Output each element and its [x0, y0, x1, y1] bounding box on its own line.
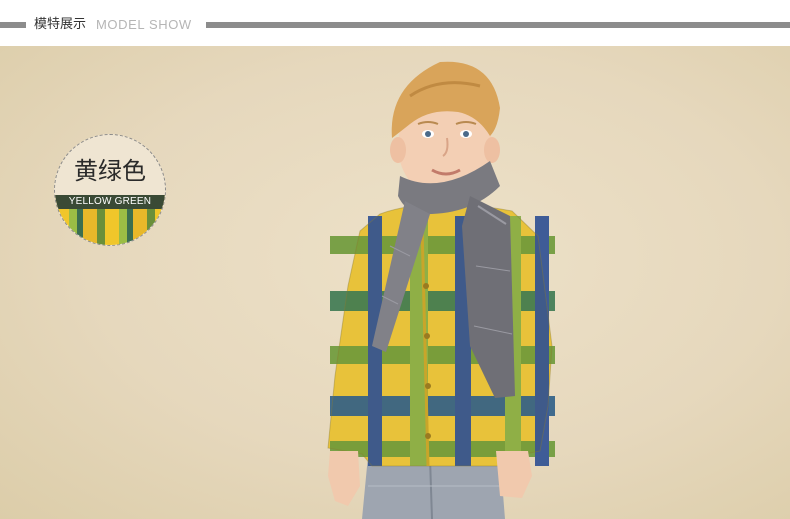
header-bar-left: [0, 22, 26, 28]
header-title-cn: 模特展示: [34, 17, 87, 32]
color-code: YELLOW GREEN: [68, 196, 152, 207]
model-photo: 黄绿色 YELLOW GREEN: [0, 46, 790, 519]
section-header: 模特展示 MODEL SHOW: [0, 0, 790, 46]
model-illustration: [327, 61, 555, 519]
color-badge: 黄绿色 YELLOW GREEN: [54, 134, 166, 246]
color-name: 黄绿色: [74, 157, 146, 185]
header-bar-right: [206, 22, 790, 28]
header-title-en: MODEL SHOW: [96, 17, 192, 32]
